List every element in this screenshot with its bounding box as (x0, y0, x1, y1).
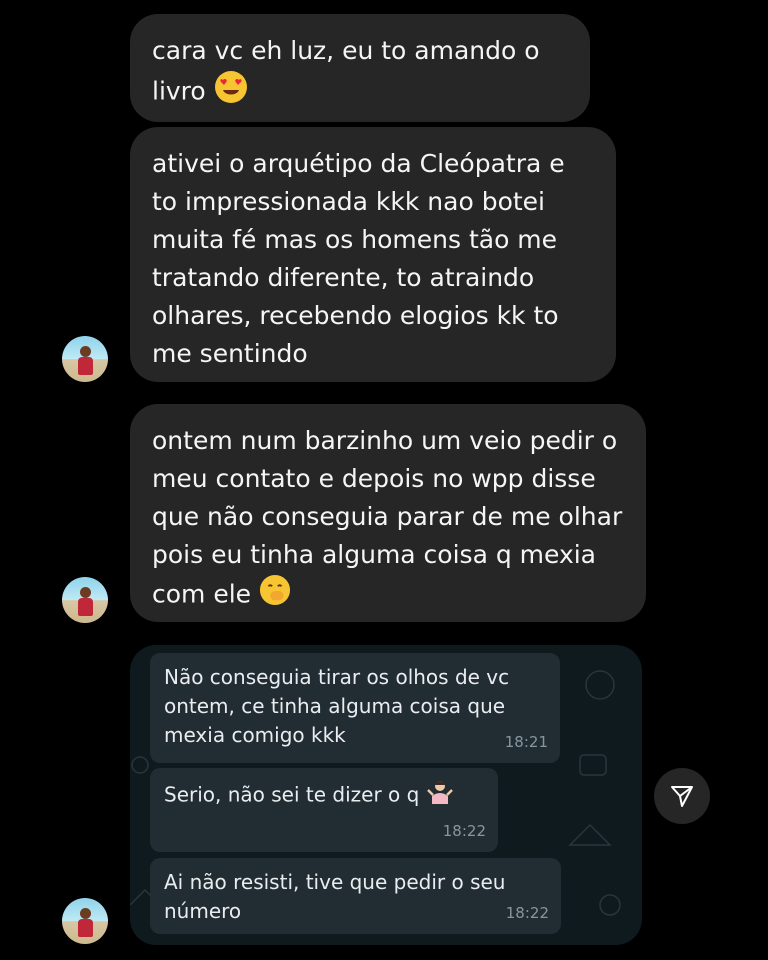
message-bubble-1[interactable]: cara vc eh luz, eu to amando o livro (130, 14, 590, 122)
whatsapp-message-3: Ai não resisti, tive que pedir o seu núm… (150, 858, 561, 934)
whatsapp-message-time-3: 18:22 (505, 904, 549, 922)
avatar-head (80, 908, 91, 919)
avatar-body (78, 598, 93, 616)
message-text-3: ontem num barzinho um veio pedir o meu c… (152, 426, 623, 609)
whatsapp-message-text-2: Serio, não sei te dizer o q (164, 782, 420, 807)
profile-avatar[interactable] (62, 336, 108, 382)
shared-chat-screenshot[interactable]: Não conseguia tirar os olhos de vc ontem… (130, 645, 642, 945)
whatsapp-message-text-1: Não conseguia tirar os olhos de vc ontem… (164, 665, 510, 747)
avatar-body (78, 357, 93, 375)
message-bubble-2[interactable]: ativei o arquétipo da Cleópatra e to imp… (130, 127, 616, 382)
profile-avatar[interactable] (62, 898, 108, 944)
avatar-head (80, 587, 91, 598)
avatar-head (80, 346, 91, 357)
whatsapp-message-time-1: 18:21 (504, 733, 548, 751)
hand-over-mouth-emoji-icon (259, 574, 291, 617)
whatsapp-message-time-2: 18:22 (442, 822, 486, 840)
message-text-1: cara vc eh luz, eu to amando o livro (152, 36, 540, 106)
avatar-body (78, 919, 93, 937)
heart-eyes-emoji-icon (214, 70, 248, 115)
message-bubble-3[interactable]: ontem num barzinho um veio pedir o meu c… (130, 404, 646, 622)
whatsapp-message-2: Serio, não sei te dizer o q 18:22 (150, 768, 498, 852)
profile-avatar[interactable] (62, 577, 108, 623)
message-text-2: ativei o arquétipo da Cleópatra e to imp… (152, 149, 565, 368)
share-button[interactable] (654, 768, 710, 824)
person-shrugging-emoji-icon (426, 778, 454, 814)
paper-plane-icon (671, 786, 693, 807)
whatsapp-message-text-3: Ai não resisti, tive que pedir o seu núm… (164, 870, 506, 923)
whatsapp-message-1: Não conseguia tirar os olhos de vc ontem… (150, 653, 560, 763)
